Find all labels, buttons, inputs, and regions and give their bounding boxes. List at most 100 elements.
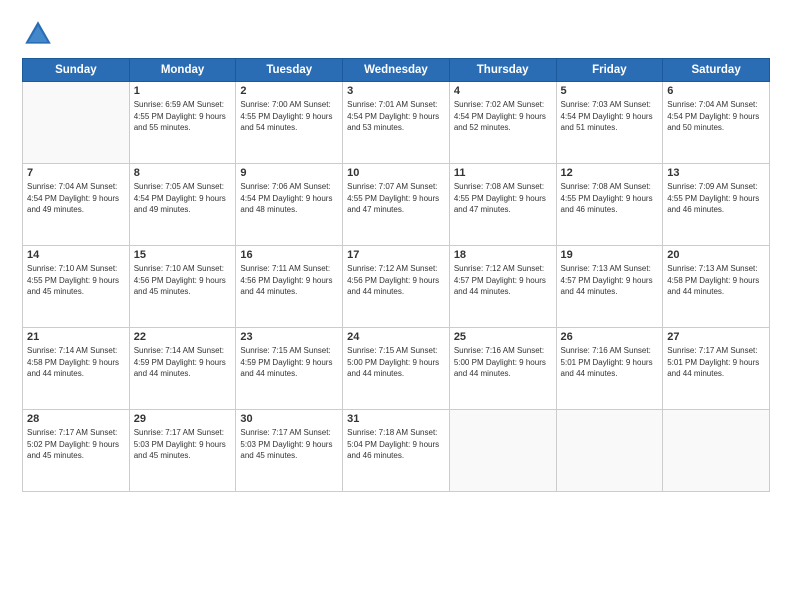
logo [22,18,58,50]
day-number: 8 [134,167,232,179]
day-number: 4 [454,85,552,97]
day-info: Sunrise: 7:08 AM Sunset: 4:55 PM Dayligh… [454,181,552,216]
calendar-cell: 18 Sunrise: 7:12 AM Sunset: 4:57 PM Dayli… [449,246,556,328]
day-info: Sunrise: 7:08 AM Sunset: 4:55 PM Dayligh… [561,181,659,216]
calendar-cell: 30 Sunrise: 7:17 AM Sunset: 5:03 PM Dayli… [236,410,343,492]
header [22,18,770,50]
day-number: 11 [454,167,552,179]
day-info: Sunrise: 7:01 AM Sunset: 4:54 PM Dayligh… [347,99,445,134]
weekday-header-wednesday: Wednesday [343,59,450,82]
calendar-cell: 9Sunrise: 7:06 AM Sunset: 4:54 PM Daylig… [236,164,343,246]
day-info: Sunrise: 7:13 AM Sunset: 4:57 PM Dayligh… [561,263,659,298]
calendar-week-1: 1 Sunrise: 6:59 AM Sunset: 4:55 PM Daylig… [23,82,770,164]
calendar-cell: 13 Sunrise: 7:09 AM Sunset: 4:55 PM Dayli… [663,164,770,246]
calendar-cell: 6Sunrise: 7:04 AM Sunset: 4:54 PM Daylig… [663,82,770,164]
calendar-cell: 1 Sunrise: 6:59 AM Sunset: 4:55 PM Daylig… [129,82,236,164]
day-number: 18 [454,249,552,261]
day-info: Sunrise: 6:59 AM Sunset: 4:55 PM Dayligh… [134,99,232,134]
day-number: 10 [347,167,445,179]
day-info: Sunrise: 7:17 AM Sunset: 5:03 PM Dayligh… [240,427,338,462]
calendar-cell: 16 Sunrise: 7:11 AM Sunset: 4:56 PM Dayli… [236,246,343,328]
day-number: 20 [667,249,765,261]
day-info: Sunrise: 7:18 AM Sunset: 5:04 PM Dayligh… [347,427,445,462]
calendar-cell: 14Sunrise: 7:10 AM Sunset: 4:55 PM Dayli… [23,246,130,328]
day-number: 14 [27,249,125,261]
day-number: 13 [667,167,765,179]
calendar-cell [23,82,130,164]
day-number: 31 [347,413,445,425]
calendar-cell: 12 Sunrise: 7:08 AM Sunset: 4:55 PM Dayli… [556,164,663,246]
calendar-cell: 11 Sunrise: 7:08 AM Sunset: 4:55 PM Dayli… [449,164,556,246]
calendar-cell: 10Sunrise: 7:07 AM Sunset: 4:55 PM Dayli… [343,164,450,246]
calendar-cell: 3 Sunrise: 7:01 AM Sunset: 4:54 PM Daylig… [343,82,450,164]
day-number: 21 [27,331,125,343]
day-info: Sunrise: 7:00 AM Sunset: 4:55 PM Dayligh… [240,99,338,134]
day-number: 27 [667,331,765,343]
day-info: Sunrise: 7:02 AM Sunset: 4:54 PM Dayligh… [454,99,552,134]
logo-icon [22,18,54,50]
calendar-cell: 4 Sunrise: 7:02 AM Sunset: 4:54 PM Daylig… [449,82,556,164]
day-number: 3 [347,85,445,97]
calendar-cell [449,410,556,492]
day-info: Sunrise: 7:12 AM Sunset: 4:57 PM Dayligh… [454,263,552,298]
day-number: 30 [240,413,338,425]
weekday-header-tuesday: Tuesday [236,59,343,82]
page: SundayMondayTuesdayWednesdayThursdayFrid… [0,0,792,612]
day-number: 25 [454,331,552,343]
weekday-header-row: SundayMondayTuesdayWednesdayThursdayFrid… [23,59,770,82]
day-number: 28 [27,413,125,425]
day-number: 9 [240,167,338,179]
calendar-cell [556,410,663,492]
day-info: Sunrise: 7:12 AM Sunset: 4:56 PM Dayligh… [347,263,445,298]
calendar-cell: 17 Sunrise: 7:12 AM Sunset: 4:56 PM Dayli… [343,246,450,328]
calendar-week-4: 21 Sunrise: 7:14 AM Sunset: 4:58 PM Dayli… [23,328,770,410]
day-number: 22 [134,331,232,343]
day-number: 23 [240,331,338,343]
calendar-cell: 26 Sunrise: 7:16 AM Sunset: 5:01 PM Dayli… [556,328,663,410]
calendar-cell: 24 Sunrise: 7:15 AM Sunset: 5:00 PM Dayli… [343,328,450,410]
weekday-header-saturday: Saturday [663,59,770,82]
calendar-cell: 23 Sunrise: 7:15 AM Sunset: 4:59 PM Dayli… [236,328,343,410]
day-info: Sunrise: 7:05 AM Sunset: 4:54 PM Dayligh… [134,181,232,216]
day-number: 6 [667,85,765,97]
day-info: Sunrise: 7:15 AM Sunset: 4:59 PM Dayligh… [240,345,338,380]
calendar-cell: 8 Sunrise: 7:05 AM Sunset: 4:54 PM Daylig… [129,164,236,246]
day-info: Sunrise: 7:16 AM Sunset: 5:00 PM Dayligh… [454,345,552,380]
calendar-cell: 21 Sunrise: 7:14 AM Sunset: 4:58 PM Dayli… [23,328,130,410]
calendar-table: SundayMondayTuesdayWednesdayThursdayFrid… [22,58,770,492]
calendar-cell: 31 Sunrise: 7:18 AM Sunset: 5:04 PM Dayli… [343,410,450,492]
calendar-cell: 28Sunrise: 7:17 AM Sunset: 5:02 PM Dayli… [23,410,130,492]
day-info: Sunrise: 7:15 AM Sunset: 5:00 PM Dayligh… [347,345,445,380]
calendar-cell: 29Sunrise: 7:17 AM Sunset: 5:03 PM Dayli… [129,410,236,492]
day-info: Sunrise: 7:09 AM Sunset: 4:55 PM Dayligh… [667,181,765,216]
day-number: 16 [240,249,338,261]
day-number: 24 [347,331,445,343]
day-info: Sunrise: 7:14 AM Sunset: 4:58 PM Dayligh… [27,345,125,380]
calendar-cell: 20 Sunrise: 7:13 AM Sunset: 4:58 PM Dayli… [663,246,770,328]
day-number: 15 [134,249,232,261]
calendar-cell: 25 Sunrise: 7:16 AM Sunset: 5:00 PM Dayli… [449,328,556,410]
weekday-header-thursday: Thursday [449,59,556,82]
day-number: 12 [561,167,659,179]
calendar-cell: 15Sunrise: 7:10 AM Sunset: 4:56 PM Dayli… [129,246,236,328]
day-info: Sunrise: 7:11 AM Sunset: 4:56 PM Dayligh… [240,263,338,298]
day-info: Sunrise: 7:16 AM Sunset: 5:01 PM Dayligh… [561,345,659,380]
day-info: Sunrise: 7:13 AM Sunset: 4:58 PM Dayligh… [667,263,765,298]
calendar-week-2: 7Sunrise: 7:04 AM Sunset: 4:54 PM Daylig… [23,164,770,246]
calendar-cell: 7Sunrise: 7:04 AM Sunset: 4:54 PM Daylig… [23,164,130,246]
day-info: Sunrise: 7:04 AM Sunset: 4:54 PM Dayligh… [27,181,125,216]
calendar-week-5: 28Sunrise: 7:17 AM Sunset: 5:02 PM Dayli… [23,410,770,492]
weekday-header-sunday: Sunday [23,59,130,82]
calendar-cell: 19Sunrise: 7:13 AM Sunset: 4:57 PM Dayli… [556,246,663,328]
calendar-cell: 2 Sunrise: 7:00 AM Sunset: 4:55 PM Daylig… [236,82,343,164]
day-number: 2 [240,85,338,97]
day-info: Sunrise: 7:17 AM Sunset: 5:03 PM Dayligh… [134,427,232,462]
calendar-cell [663,410,770,492]
weekday-header-friday: Friday [556,59,663,82]
day-number: 26 [561,331,659,343]
calendar-cell: 5Sunrise: 7:03 AM Sunset: 4:54 PM Daylig… [556,82,663,164]
calendar-week-3: 14Sunrise: 7:10 AM Sunset: 4:55 PM Dayli… [23,246,770,328]
day-info: Sunrise: 7:03 AM Sunset: 4:54 PM Dayligh… [561,99,659,134]
day-number: 1 [134,85,232,97]
day-number: 17 [347,249,445,261]
